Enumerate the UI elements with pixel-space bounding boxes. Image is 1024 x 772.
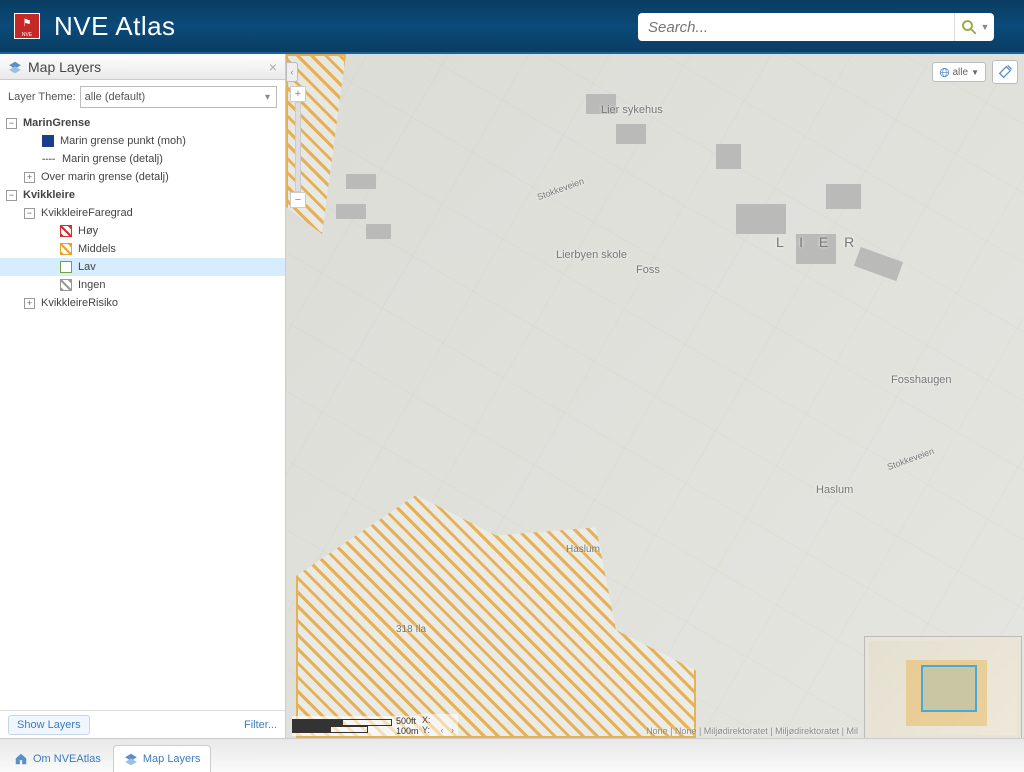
legend-square-icon [42,135,54,147]
tree-item-middels[interactable]: Middels [0,240,285,258]
map-label: Haslum [816,484,853,496]
search-button[interactable]: ▼ [954,13,994,41]
globe-icon [939,67,950,78]
map-label: Fosshaugen [891,374,952,386]
tree-group-faregrad[interactable]: −KvikkleireFaregrad [0,204,285,222]
layer-tree: −MarinGrense Marin grense punkt (moh) ╌╌… [0,114,285,710]
search-icon [960,18,978,36]
overview-map[interactable] [864,636,1022,738]
legend-dash-icon: ╌╌ [42,153,56,165]
zoom-out-button[interactable]: − [290,192,306,208]
scale-bar: 500ft 100m [292,716,419,736]
collapse-icon[interactable]: − [6,190,17,201]
panel-header: Map Layers × [0,54,285,80]
sidebar-collapse-handle[interactable]: ‹ [286,62,298,82]
layers-icon [8,60,22,74]
nve-logo: ⚑ NVE [14,13,40,39]
chevron-down-icon: ▼ [981,22,990,32]
expand-icon[interactable]: + [24,172,35,183]
tree-item-over-marin[interactable]: +Over marin grense (detalj) [0,168,285,186]
panel-title: Map Layers [28,59,269,75]
theme-label: Layer Theme: [8,91,76,103]
zoom-in-button[interactable]: + [290,86,306,102]
coordinate-readout: X:Y: ‹ › [418,714,458,736]
home-icon [14,752,28,766]
map-canvas[interactable]: L I E R Lierbyen skole Lier sykehus Foss… [286,54,1024,738]
collapse-icon[interactable]: − [6,118,17,129]
search-input[interactable] [638,19,954,36]
layer-theme-row: Layer Theme: alle (default) [0,80,285,114]
tab-om-nveatlas[interactable]: Om NVEAtlas [4,746,111,772]
expand-icon[interactable]: + [24,298,35,309]
zoom-control: + − [290,86,306,208]
bottom-tab-bar: Om NVEAtlas Map Layers [0,738,1024,772]
collapse-icon[interactable]: − [24,208,35,219]
legend-hatch-icon [60,279,72,291]
layers-icon [124,752,138,766]
legend-hatch-icon [60,261,72,273]
map-label: 318 Ila [396,624,426,635]
search-box: ▼ [638,13,994,41]
basemap-switcher[interactable]: alle ▼ [932,62,987,82]
tree-item-lav[interactable]: Lav [0,258,285,276]
tree-item-hoy[interactable]: Høy [0,222,285,240]
show-layers-button[interactable]: Show Layers [8,715,90,735]
map-label: Foss [636,264,660,276]
tree-item-marin-detalj[interactable]: ╌╌Marin grense (detalj) [0,150,285,168]
map-label: L I E R [776,234,860,250]
panel-footer: Show Layers Filter... [0,710,285,738]
overview-extent[interactable] [921,665,977,712]
tree-group-maringrense[interactable]: −MarinGrense [0,114,285,132]
filter-link[interactable]: Filter... [244,719,277,731]
tab-map-layers[interactable]: Map Layers [113,745,211,772]
layer-theme-select[interactable]: alle (default) [80,86,277,108]
tools-button[interactable] [992,60,1018,84]
map-layers-panel: Map Layers × Layer Theme: alle (default)… [0,54,286,738]
coord-nav[interactable]: ‹ › [441,725,455,735]
map-label: Haslum [566,544,600,555]
map-label: Lier sykehus [601,104,663,116]
map-label: Lierbyen skole [556,249,627,261]
tree-item-marin-punkt[interactable]: Marin grense punkt (moh) [0,132,285,150]
close-icon[interactable]: × [269,59,277,75]
zoom-slider[interactable] [295,102,301,192]
legend-hatch-icon [60,243,72,255]
app-title: NVE Atlas [54,11,176,42]
tree-item-risiko[interactable]: +KvikkleireRisiko [0,294,285,312]
legend-hatch-icon [60,225,72,237]
tree-group-kvikkleire[interactable]: −Kvikkleire [0,186,285,204]
tools-icon [997,64,1013,80]
map-attribution: None | None | Miljødirektoratet | Miljød… [646,726,858,736]
app-header: ⚑ NVE NVE Atlas ▼ [0,0,1024,54]
tree-item-ingen[interactable]: Ingen [0,276,285,294]
